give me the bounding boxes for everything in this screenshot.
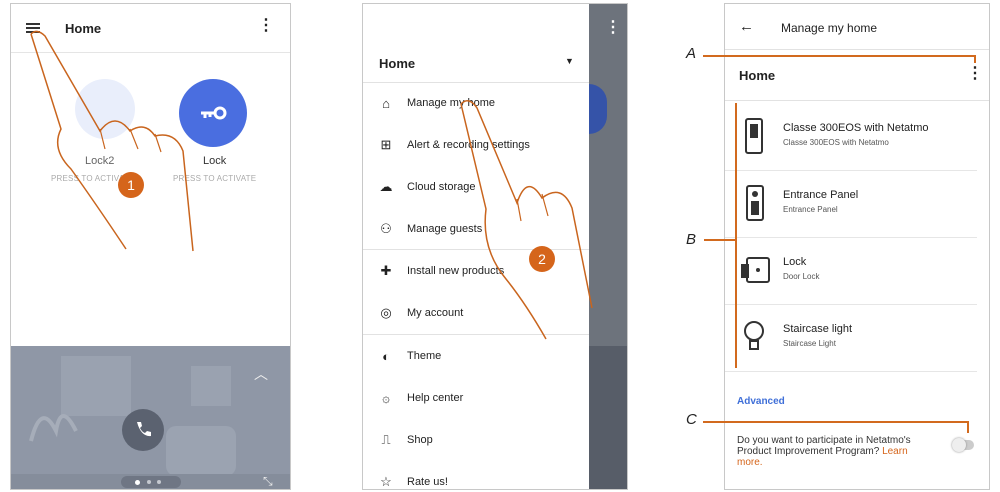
device-row[interactable]: Lock Door Lock <box>725 238 977 305</box>
more-vertical-icon: ⋮ <box>605 19 621 36</box>
callout-b-bracket <box>735 103 737 368</box>
cloud-upload-icon: ☁ <box>379 179 393 194</box>
step-badge: 2 <box>529 246 555 272</box>
house-icon: ⌂ <box>382 95 390 111</box>
account-icon: ◎ <box>380 305 392 320</box>
callout-b: B <box>686 231 697 248</box>
callout-c-line <box>703 421 968 423</box>
more-vertical-icon[interactable]: ⋮ <box>967 66 983 82</box>
callout-b-line <box>704 239 736 241</box>
callout-c-line <box>967 421 969 433</box>
plus-cross-icon: ✚ <box>380 263 392 278</box>
call-button[interactable] <box>122 409 164 451</box>
hand-pointer-illustration <box>30 30 194 252</box>
callout-c: C <box>686 411 697 428</box>
intercom-icon <box>745 118 763 154</box>
camera-preview[interactable]: ︿ ⤡ <box>11 346 290 489</box>
callout-a: A <box>686 45 697 62</box>
screen-manage-home: ← Manage my home Home ⋮ Classe 300EOS wi… <box>724 3 990 490</box>
door-lock-icon <box>741 257 770 283</box>
more-vertical-icon[interactable]: ⋮ <box>258 18 274 34</box>
home-name: Home <box>739 68 776 83</box>
guests-icon: ⚇ <box>380 221 392 236</box>
callout-a-line <box>974 55 976 63</box>
back-arrow-icon[interactable]: ← <box>739 18 754 35</box>
screen-menu: ⋮ Home ▼ ⌂ Manage my home ⊞ Alert & record… <box>362 3 628 490</box>
help-icon: ۞ <box>382 390 390 405</box>
dimmed-camera <box>589 346 627 489</box>
page-indicator <box>121 476 181 488</box>
screen-home: Home ⋮ Lock2 PRESS TO ACTIVATE Lock PRES… <box>10 3 291 490</box>
menu-item-rate-us[interactable]: ☆ Rate us! <box>363 461 589 489</box>
device-row[interactable]: Classe 300EOS with Netatmo Classe 300EOS… <box>725 104 977 171</box>
advanced-link[interactable]: Advanced <box>737 396 785 407</box>
chevron-up-icon[interactable]: ︿ <box>254 364 268 384</box>
phone-icon <box>137 422 151 437</box>
program-text: Do you want to participate in Netatmo's … <box>737 435 922 468</box>
device-row[interactable]: Entrance Panel Entrance Panel <box>725 171 977 238</box>
header-divider <box>725 49 989 50</box>
alert-settings-icon: ⊞ <box>380 137 392 152</box>
hand-pointer-illustration <box>460 100 593 340</box>
home-selector-label: Home <box>379 56 416 71</box>
callout-a-line <box>703 55 975 57</box>
section-divider <box>725 100 989 101</box>
bulb-icon <box>744 321 764 350</box>
entrance-panel-icon <box>746 185 764 221</box>
menu-item-help-center[interactable]: ۞ Help center <box>363 377 589 419</box>
star-icon: ☆ <box>380 474 392 489</box>
expand-icon[interactable]: ⤡ <box>263 474 273 489</box>
theme-icon: ◐ <box>382 348 390 364</box>
menu-item-shop[interactable]: ⎍ Shop <box>363 419 589 461</box>
program-toggle[interactable] <box>952 438 974 452</box>
step-badge: 1 <box>118 172 144 198</box>
page-title: Manage my home <box>781 21 878 35</box>
shop-icon: ⎍ <box>381 432 391 447</box>
caret-down-icon[interactable]: ▼ <box>565 56 574 66</box>
device-row[interactable]: Staircase light Staircase Light <box>725 305 977 372</box>
